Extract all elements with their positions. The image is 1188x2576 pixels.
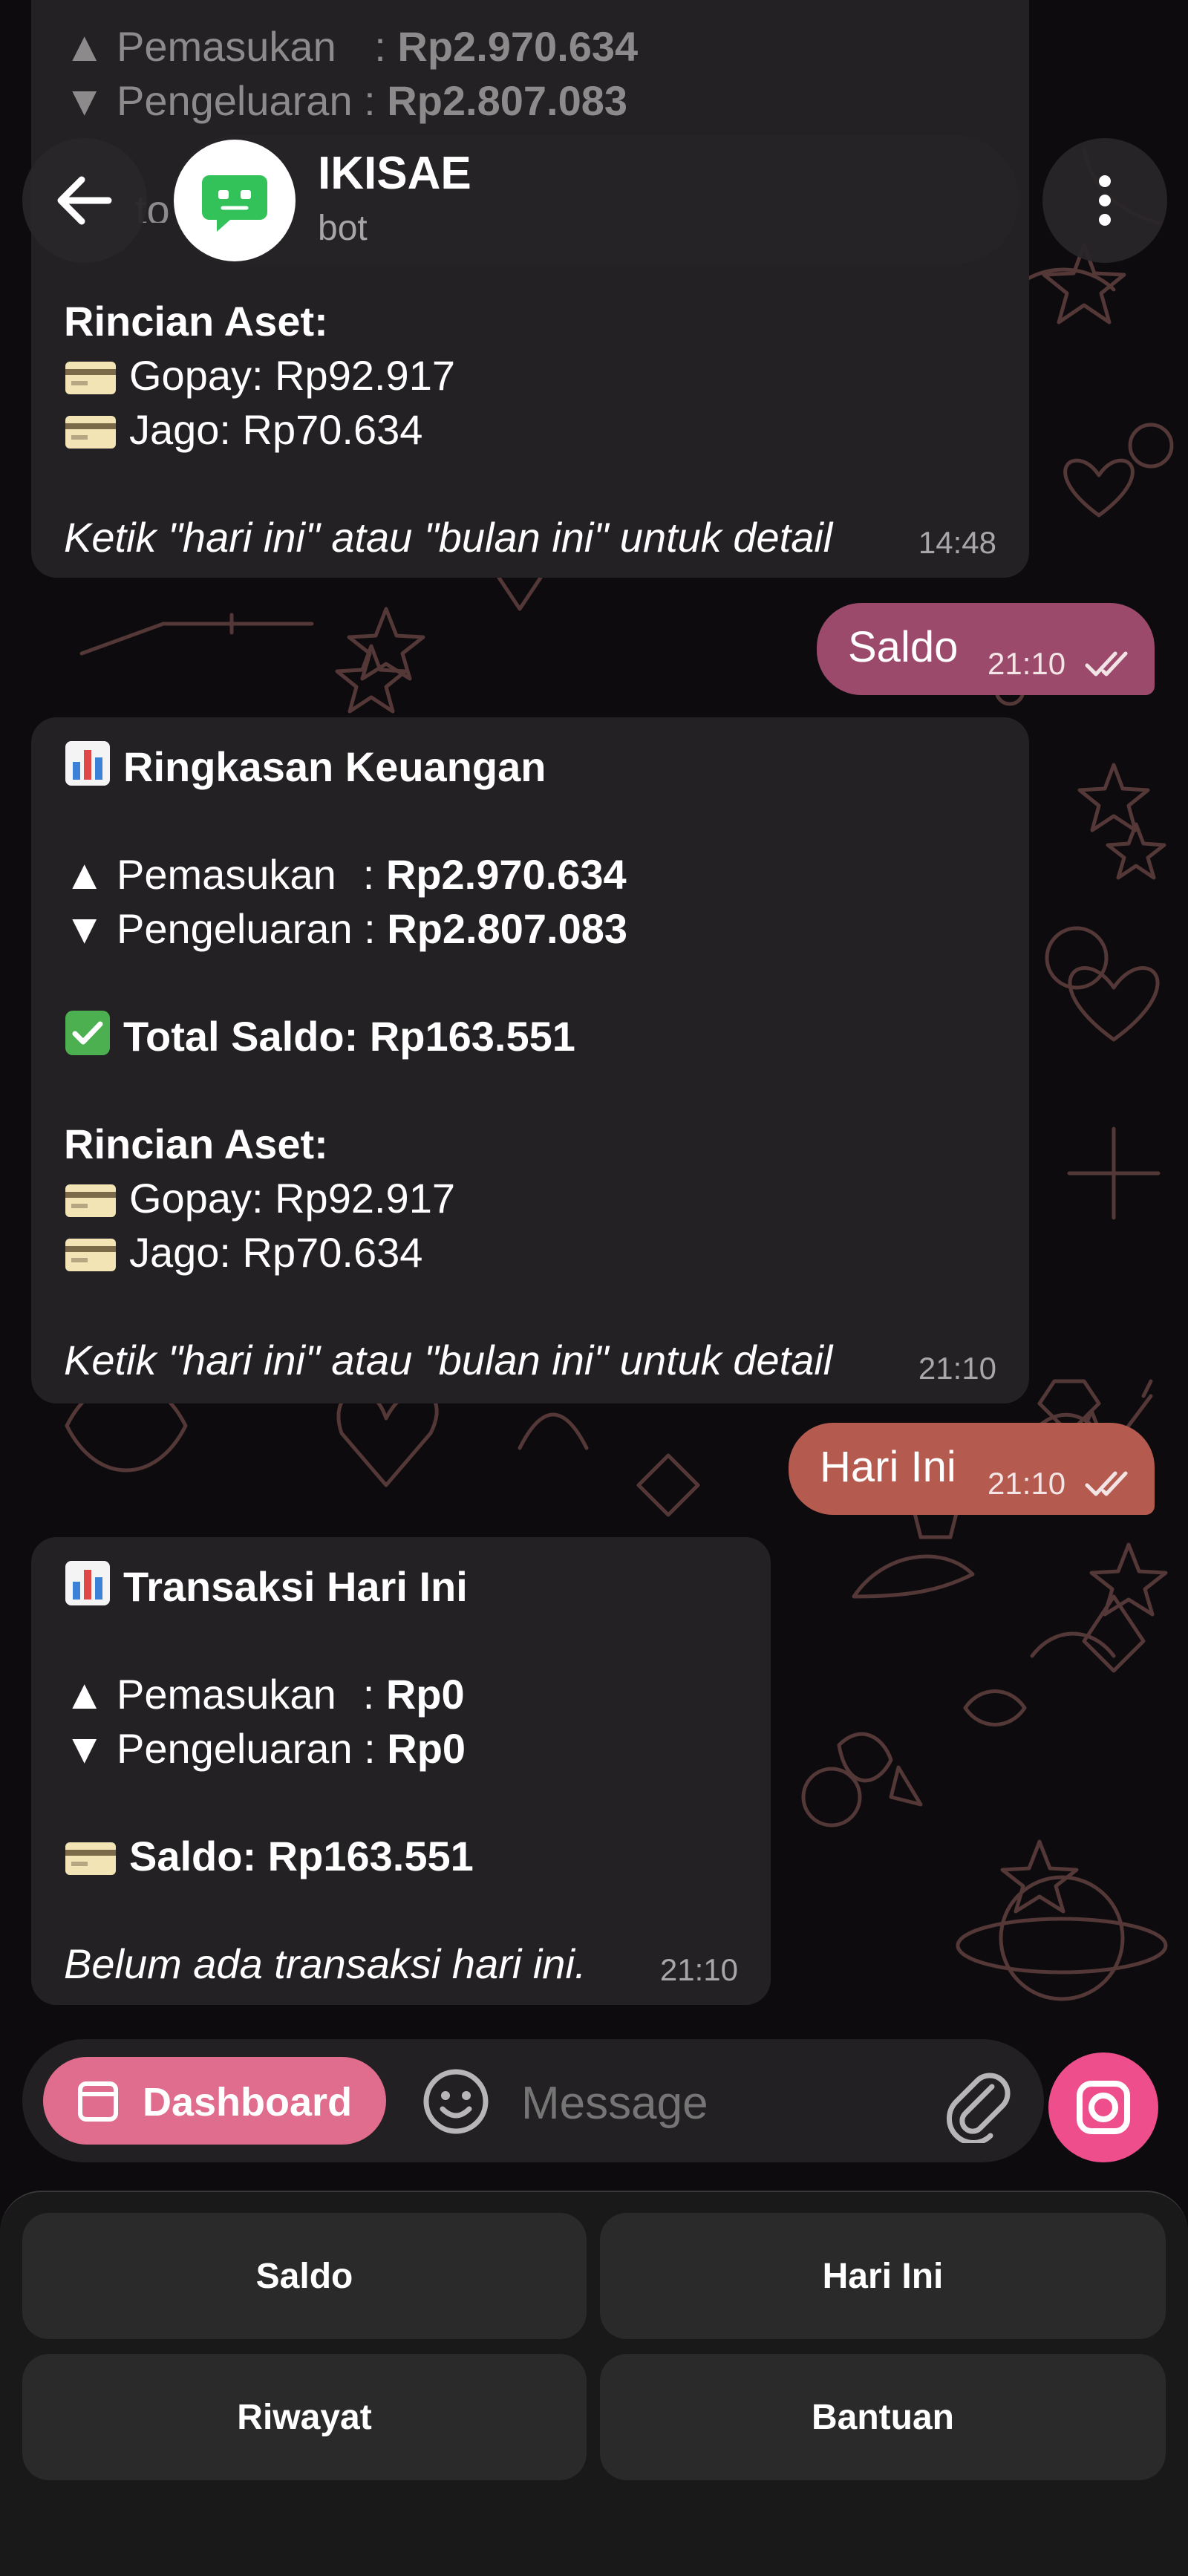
credit-card-icon bbox=[64, 1835, 117, 1889]
total-saldo: Total Saldo: Rp163.551 bbox=[123, 1013, 575, 1060]
pemasukan-colon: : bbox=[374, 23, 386, 70]
credit-card-icon bbox=[64, 408, 117, 463]
keyboard-button-bantuan[interactable]: Bantuan bbox=[600, 2354, 1166, 2480]
message-time: 21:10 bbox=[988, 646, 1066, 681]
pengeluaran-label: ▼ Pengeluaran : bbox=[64, 905, 376, 952]
keyboard-button-hari-ini[interactable]: Hari Ini bbox=[600, 2213, 1166, 2339]
ringkasan-title: Ringkasan Keuangan bbox=[123, 743, 546, 790]
jago-text: Jago: Rp70.634 bbox=[129, 1229, 423, 1276]
camera-icon bbox=[1077, 2081, 1130, 2134]
bot-chat-icon bbox=[202, 175, 267, 232]
bar-chart-icon bbox=[64, 1559, 111, 1620]
message-time: 21:10 bbox=[918, 1351, 996, 1386]
credit-card-icon bbox=[64, 1177, 117, 1231]
credit-card-icon bbox=[64, 1231, 117, 1285]
pemasukan-colon: : bbox=[362, 1671, 375, 1718]
back-button[interactable] bbox=[22, 138, 147, 263]
message-time: 21:10 bbox=[988, 1466, 1066, 1501]
message-time: 14:48 bbox=[918, 525, 996, 560]
bar-chart-icon bbox=[64, 740, 111, 800]
pengeluaran-label: ▼ Pengeluaran : bbox=[64, 77, 376, 124]
chat-header[interactable] bbox=[172, 135, 1019, 264]
kebab-menu-icon bbox=[1099, 175, 1111, 226]
credit-card-icon bbox=[64, 354, 117, 408]
keyboard-button-saldo[interactable]: Saldo bbox=[22, 2213, 587, 2339]
pemasukan-label: ▲ Pemasukan bbox=[64, 1671, 336, 1718]
pemasukan-colon: : bbox=[362, 851, 375, 898]
arrow-left-icon bbox=[57, 176, 112, 225]
pemasukan-value: Rp0 bbox=[385, 1671, 465, 1718]
smiley-icon[interactable] bbox=[419, 2064, 493, 2139]
pengeluaran-value: Rp2.807.083 bbox=[387, 77, 628, 124]
message-bubble-summary-1448: Rincian Aset: Gopay: Rp92.917 Jago: Rp70… bbox=[31, 223, 1029, 578]
read-receipt-icon bbox=[1085, 651, 1128, 676]
pemasukan-value: Rp2.970.634 bbox=[397, 23, 639, 70]
message-text: Hari Ini bbox=[820, 1443, 956, 1491]
jago-text: Jago: Rp70.634 bbox=[129, 406, 423, 453]
hint-text: Ketik "hari ini" atau "bulan ini" untuk … bbox=[64, 1337, 833, 1383]
gopay-text: Gopay: Rp92.917 bbox=[129, 1175, 455, 1222]
outgoing-message-saldo: Saldo 21:10 bbox=[817, 603, 1155, 695]
paperclip-icon[interactable] bbox=[940, 2061, 1014, 2143]
aset-title: Rincian Aset: bbox=[64, 298, 328, 345]
pengeluaran-value: Rp0 bbox=[387, 1725, 466, 1772]
pemasukan-value: Rp2.970.634 bbox=[385, 851, 627, 898]
saldo-text: Saldo: Rp163.551 bbox=[129, 1833, 474, 1879]
transaksi-title: Transaksi Hari Ini bbox=[123, 1563, 468, 1610]
dashboard-button[interactable]: Dashboard bbox=[43, 2057, 386, 2145]
read-receipt-icon bbox=[1085, 1471, 1128, 1496]
chat-subtitle: bot bbox=[318, 209, 368, 248]
dashboard-label: Dashboard bbox=[143, 2080, 353, 2125]
camera-button[interactable] bbox=[1048, 2052, 1158, 2162]
pemasukan-label: ▲ Pemasukan bbox=[64, 851, 336, 898]
window-icon bbox=[78, 2081, 118, 2122]
message-bubble-transaksi: Transaksi Hari Ini ▲ Pemasukan: Rp0 ▼ Pe… bbox=[31, 1537, 771, 2005]
message-text: Saldo bbox=[848, 623, 959, 671]
message-bubble-ringkasan: Ringkasan Keuangan ▲ Pemasukan: Rp2.970.… bbox=[31, 717, 1029, 1403]
more-options-button[interactable] bbox=[1042, 138, 1167, 263]
note-text: Belum ada transaksi hari ini. bbox=[64, 1940, 587, 1987]
check-mark-icon bbox=[64, 1009, 111, 1069]
message-time: 21:10 bbox=[659, 1952, 738, 1987]
hint-text: Ketik "hari ini" atau "bulan ini" untuk … bbox=[64, 514, 833, 561]
chat-title: IKISAE bbox=[318, 148, 471, 199]
avatar[interactable] bbox=[174, 140, 296, 261]
keyboard-button-riwayat[interactable]: Riwayat bbox=[22, 2354, 587, 2480]
gopay-text: Gopay: Rp92.917 bbox=[129, 352, 455, 399]
pemasukan-label: ▲ Pemasukan bbox=[64, 23, 336, 70]
aset-title: Rincian Aset: bbox=[64, 1121, 328, 1167]
message-input[interactable] bbox=[520, 2069, 909, 2137]
pengeluaran-label: ▼ Pengeluaran : bbox=[64, 1725, 376, 1772]
pengeluaran-value: Rp2.807.083 bbox=[387, 905, 628, 952]
outgoing-message-hari-ini: Hari Ini 21:10 bbox=[789, 1423, 1155, 1515]
